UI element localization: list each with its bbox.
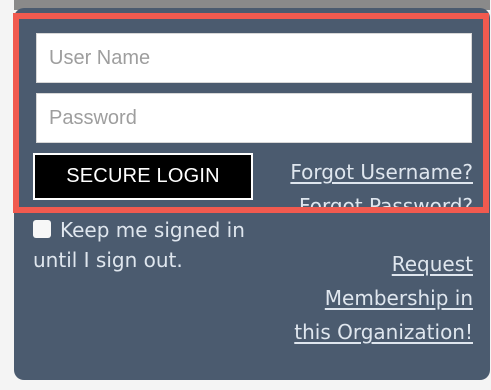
- keep-signed-in-option[interactable]: Keep me signed in until I sign out.: [33, 215, 263, 275]
- password-input[interactable]: [36, 93, 472, 143]
- secure-login-button[interactable]: SECURE LOGIN: [33, 153, 253, 200]
- checkbox-unchecked-icon[interactable]: [33, 220, 51, 238]
- request-membership-link[interactable]: Request Membership in this Organization!: [294, 247, 473, 349]
- request-membership-line-3: this Organization!: [294, 320, 473, 344]
- forgot-username-link[interactable]: Forgot Username?: [290, 160, 473, 184]
- request-membership-line-2: Membership in: [324, 286, 473, 310]
- request-membership-line-1: Request: [391, 252, 473, 276]
- forgot-password-link[interactable]: Forgot Password?: [299, 194, 473, 212]
- keep-signed-in-label-line-2: until I sign out.: [33, 248, 183, 272]
- keep-signed-in-label-line-1: Keep me signed in: [60, 218, 245, 242]
- username-input[interactable]: [36, 33, 472, 83]
